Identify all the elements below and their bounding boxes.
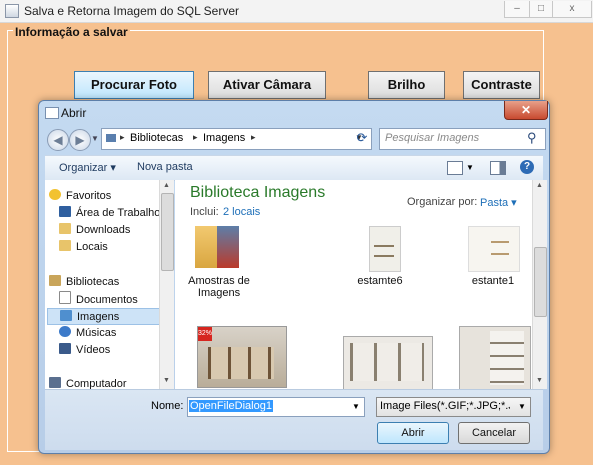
contraste-button[interactable]: Contraste (463, 71, 540, 99)
search-placeholder: Pesquisar Imagens (385, 132, 480, 144)
includes-locations-link[interactable]: 2 locais (223, 206, 260, 218)
nav-desktop[interactable]: Área de Trabalho (59, 205, 160, 222)
dialog-footer: Nome: OpenFileDialog1 ▼ Image Files(*.GI… (45, 389, 543, 450)
history-dropdown-icon[interactable]: ▼ (91, 134, 99, 143)
downloads-folder-icon (59, 223, 71, 234)
nav-locais[interactable]: Locais (59, 239, 108, 256)
file-scroll-thumb[interactable] (534, 247, 547, 317)
folder-preview-image (217, 226, 239, 268)
places-folder-icon (59, 240, 71, 251)
cancel-button[interactable]: Cancelar (458, 422, 530, 444)
file-view-scrollbar[interactable]: ▲ ▼ (532, 180, 547, 389)
star-icon (49, 189, 61, 200)
new-folder-button[interactable]: Nova pasta (137, 161, 193, 173)
scroll-down-icon[interactable]: ▼ (163, 377, 170, 384)
nav-libraries[interactable]: Bibliotecas (49, 274, 119, 291)
organize-menu-button[interactable]: Organizar ▾ (59, 161, 116, 174)
view-options-icon[interactable] (447, 161, 463, 175)
dialog-close-button[interactable]: ✕ (504, 101, 548, 120)
app-icon (5, 4, 19, 18)
arrange-by-label: Organizar por: (407, 196, 478, 208)
shelf-image (491, 231, 509, 265)
procurar-foto-button[interactable]: Procurar Foto (74, 71, 194, 99)
open-button[interactable]: Abrir (377, 422, 449, 444)
file-thumb-estante2[interactable]: 32% (197, 326, 287, 388)
open-file-dialog: Abrir ✕ ◀ ▶ ▼ ▸ Bibliotecas ▸ Imagens ▸ … (38, 100, 550, 454)
scroll-down-icon[interactable]: ▼ (536, 377, 543, 384)
shelf-image (350, 343, 424, 381)
dialog-title: Abrir (61, 106, 87, 120)
dialog-toolbar: Organizar ▾ Nova pasta ▼ ? (45, 155, 543, 181)
shelf-image (208, 347, 274, 379)
documents-icon (59, 291, 71, 304)
groupbox-label: Informação a salvar (13, 25, 130, 39)
videos-icon (59, 343, 71, 354)
address-bar[interactable]: ▸ Bibliotecas ▸ Imagens ▸ ▼ (101, 128, 372, 150)
breadcrumb-separator-icon: ▸ (251, 132, 256, 142)
breadcrumb-separator-icon: ▸ (120, 132, 125, 142)
arrange-by-dropdown[interactable]: Pasta ▾ (480, 196, 517, 209)
nav-videos[interactable]: Vídeos (59, 342, 110, 359)
scroll-up-icon[interactable]: ▲ (163, 182, 170, 189)
main-window-title: Salva e Retorna Imagem do SQL Server (24, 4, 239, 18)
scroll-up-icon[interactable]: ▲ (536, 182, 543, 189)
file-item-amostras[interactable] (191, 226, 251, 271)
search-input[interactable]: Pesquisar Imagens ⚲ (379, 128, 546, 150)
main-titlebar: Salva e Retorna Imagem do SQL Server – □… (0, 0, 593, 23)
nav-documentos[interactable]: Documentos (59, 291, 138, 308)
refresh-icon[interactable]: ⟳ (354, 130, 370, 147)
pictures-icon (60, 310, 72, 321)
view-dropdown-icon[interactable]: ▼ (466, 163, 474, 172)
file-thumb-estante3[interactable] (343, 336, 433, 389)
file-thumb-estamte6[interactable] (369, 226, 401, 272)
file-view: Biblioteca Imagens Inclui: 2 locais Orga… (175, 180, 533, 389)
discount-badge: 32% (198, 327, 212, 341)
includes-label: Inclui: (190, 206, 219, 218)
libraries-icon (49, 275, 61, 286)
nav-downloads[interactable]: Downloads (59, 222, 130, 239)
shelf-image (490, 331, 524, 385)
breadcrumb-separator-icon: ▸ (193, 132, 198, 142)
nav-favorites[interactable]: Favoritos (49, 188, 111, 205)
library-title: Biblioteca Imagens (190, 184, 326, 201)
filetype-dropdown-icon[interactable]: ▼ (518, 402, 526, 411)
file-name-amostras[interactable]: Amostras de Imagens (177, 275, 261, 299)
breadcrumb-imagens[interactable]: Imagens (203, 132, 245, 144)
filename-value: OpenFileDialog1 (189, 400, 273, 412)
nav-imagens-selected[interactable]: Imagens (47, 308, 163, 325)
nav-computer[interactable]: Computador (49, 376, 127, 389)
help-icon[interactable]: ? (520, 160, 534, 174)
breadcrumb-bibliotecas[interactable]: Bibliotecas (130, 132, 183, 144)
forward-arrow-icon[interactable]: ▶ (69, 129, 91, 151)
minimize-button[interactable]: – (504, 1, 530, 18)
computer-icon (49, 377, 61, 388)
file-name-estamte6[interactable]: estamte6 (335, 275, 425, 287)
maximize-button[interactable]: □ (529, 1, 553, 18)
filetype-dropdown[interactable]: Image Files(*.GIF;*.JPG;*.JPEG;*. ▼ (376, 397, 531, 417)
nav-musicas[interactable]: Músicas (59, 325, 116, 342)
library-small-icon (106, 134, 116, 142)
filename-label: Nome: (151, 400, 184, 412)
nav-scroll-thumb[interactable] (161, 193, 174, 271)
music-icon (59, 326, 71, 337)
nav-scrollbar[interactable]: ▲ ▼ (159, 180, 174, 389)
search-icon[interactable]: ⚲ (527, 130, 537, 146)
preview-pane-icon[interactable] (490, 161, 506, 175)
desktop-icon (59, 206, 71, 217)
ativar-camara-button[interactable]: Ativar Câmara (208, 71, 326, 99)
shelf-image (374, 237, 394, 265)
back-arrow-icon[interactable]: ◀ (47, 129, 69, 151)
brilho-button[interactable]: Brilho (368, 71, 445, 99)
file-name-estante1[interactable]: estante1 (448, 275, 533, 287)
filename-input[interactable]: OpenFileDialog1 ▼ (187, 397, 365, 417)
filename-dropdown-icon[interactable]: ▼ (352, 402, 360, 411)
file-thumb-estante4[interactable] (459, 326, 531, 389)
file-thumb-estante1[interactable] (468, 226, 520, 272)
navigation-pane: Favoritos Área de Trabalho Downloads Loc… (45, 180, 174, 389)
filetype-value: Image Files(*.GIF;*.JPG;*.JPEG;*. (380, 400, 510, 412)
close-button[interactable]: x (552, 1, 592, 18)
dialog-icon (45, 107, 59, 119)
